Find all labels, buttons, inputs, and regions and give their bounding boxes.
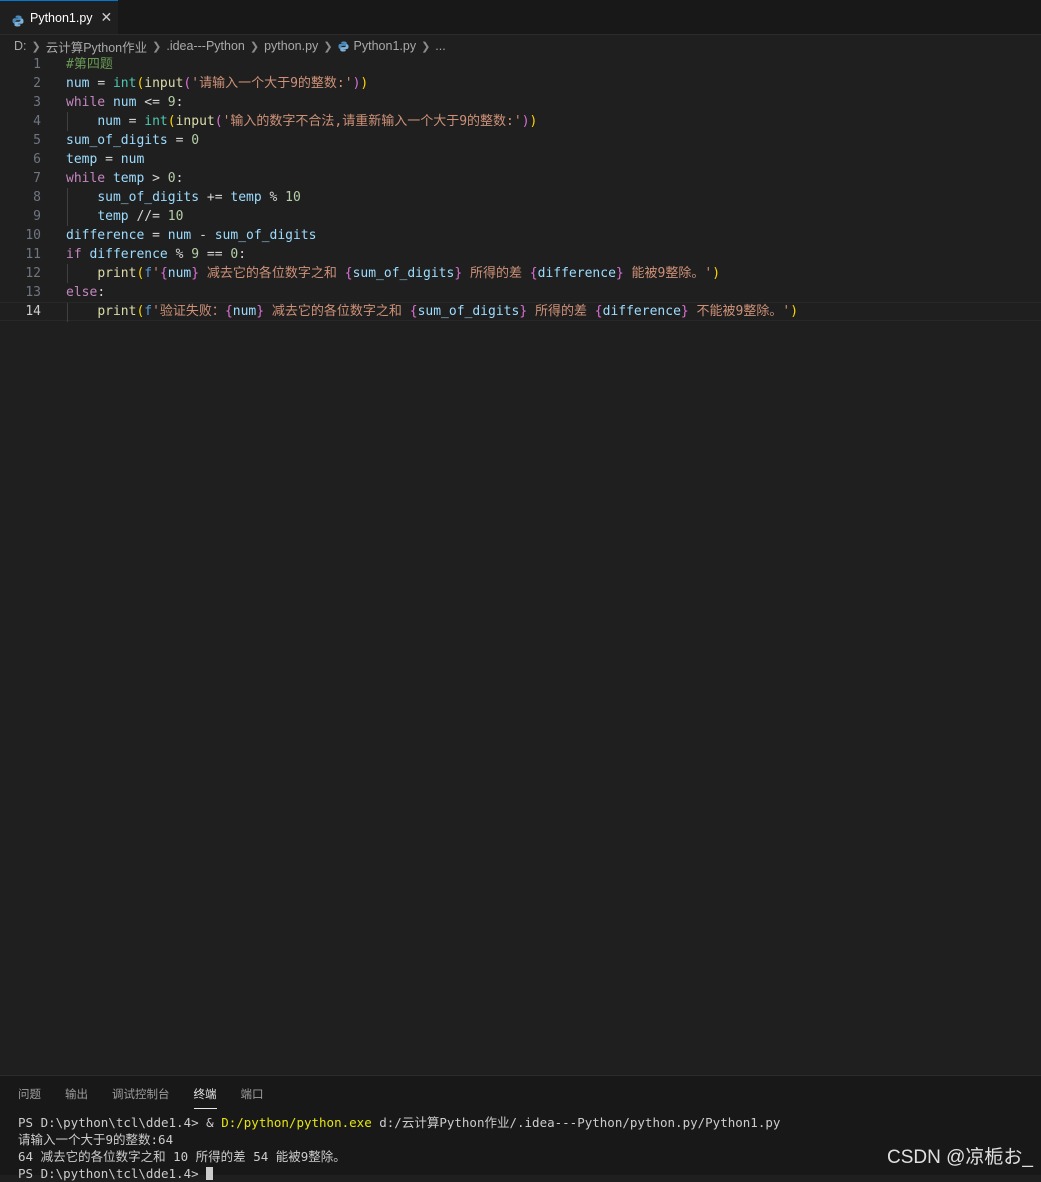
- code-text: sum_of_digits = 0: [66, 133, 200, 148]
- line-number: 7: [33, 171, 41, 186]
- code-line[interactable]: 14 print(f'验证失败：{num} 减去它的各位数字之和 {sum_of…: [0, 302, 1041, 322]
- terminal-script-arg: d:/云计算Python作业/.idea---Python/python.py/…: [371, 1115, 781, 1130]
- line-number: 1: [33, 57, 41, 72]
- line-number: 5: [33, 133, 41, 148]
- code-line[interactable]: 10 difference = num - sum_of_digits: [0, 226, 1041, 245]
- terminal-result-line: 64 减去它的各位数字之和 10 所得的差 54 能被9整除。: [18, 1149, 346, 1164]
- line-number: 3: [33, 95, 41, 110]
- line-number: 10: [25, 228, 41, 243]
- code-line[interactable]: 12 print(f'{num} 减去它的各位数字之和 {sum_of_digi…: [0, 264, 1041, 283]
- chevron-right-icon: ❯: [249, 40, 260, 53]
- chevron-right-icon: ❯: [31, 40, 41, 53]
- python-file-icon: [12, 12, 24, 26]
- terminal-input-line: 请输入一个大于9的整数:64: [18, 1132, 174, 1147]
- tab-python1[interactable]: Python1.py ✕: [0, 0, 118, 34]
- breadcrumb: D: ❯ 云计算Python作业 ❯ .idea---Python ❯ pyth…: [14, 37, 446, 55]
- breadcrumb-subfolder[interactable]: python.py: [264, 39, 318, 53]
- code-text: num = int(input('输入的数字不合法,请重新输入一个大于9的整数:…: [97, 114, 538, 129]
- code-text: while num <= 9:: [66, 95, 184, 110]
- code-line[interactable]: 5 sum_of_digits = 0: [0, 131, 1041, 150]
- terminal-output[interactable]: PS D:\python\tcl\dde1.4> & D:/python/pyt…: [18, 1114, 780, 1182]
- tab-terminal[interactable]: 终端: [193, 1087, 217, 1109]
- tab-debug-console[interactable]: 调试控制台: [112, 1087, 170, 1109]
- tab-ports[interactable]: 端口: [241, 1087, 264, 1109]
- tab-output[interactable]: 输出: [65, 1087, 88, 1109]
- code-editor[interactable]: 1 #第四题 2 num = int(input('请输入一个大于9的整数:')) 3 w…: [0, 55, 1041, 1075]
- code-text: else:: [66, 285, 106, 300]
- breadcrumb-symbol[interactable]: ...: [435, 39, 445, 53]
- code-text: difference = num - sum_of_digits: [66, 228, 317, 243]
- panel-tabs: 问题 输出 调试控制台 终端 端口: [18, 1087, 288, 1109]
- code-text: print(f'验证失败：{num} 减去它的各位数字之和 {sum_of_di…: [97, 304, 799, 319]
- line-number: 11: [25, 247, 41, 262]
- line-number: 14: [25, 304, 41, 319]
- python-file-icon: [337, 40, 349, 52]
- line-number: 9: [33, 209, 41, 224]
- code-line[interactable]: 7 while temp > 0:: [0, 169, 1041, 188]
- code-line[interactable]: 4 num = int(input('输入的数字不合法,请重新输入一个大于9的整…: [0, 112, 1041, 131]
- chevron-right-icon: ❯: [323, 40, 333, 53]
- tab-problems[interactable]: 问题: [18, 1087, 41, 1109]
- breadcrumb-folder[interactable]: 云计算Python作业: [46, 37, 147, 56]
- chevron-right-icon: ❯: [152, 40, 162, 53]
- code-text: #第四题: [66, 57, 113, 72]
- code-text: sum_of_digits += temp % 10: [97, 190, 301, 205]
- code-line[interactable]: 8 sum_of_digits += temp % 10: [0, 188, 1041, 207]
- code-line[interactable]: 11 if difference % 9 == 0:: [0, 245, 1041, 264]
- line-number: 13: [25, 285, 41, 300]
- tab-title: Python1.py: [30, 10, 93, 25]
- code-text: temp = num: [66, 152, 145, 167]
- code-text: while temp > 0:: [66, 171, 184, 186]
- editor-tab-bar: Python1.py ✕: [0, 0, 1041, 35]
- code-line[interactable]: 9 temp //= 10: [0, 207, 1041, 226]
- code-text: print(f'{num} 减去它的各位数字之和 {sum_of_digits}…: [97, 266, 721, 281]
- code-text: temp //= 10: [97, 209, 184, 224]
- code-line[interactable]: 1 #第四题: [0, 55, 1041, 74]
- line-number: 8: [33, 190, 41, 205]
- close-icon[interactable]: ✕: [101, 10, 113, 26]
- breadcrumb-file[interactable]: Python1.py: [354, 39, 417, 53]
- code-text: if difference % 9 == 0:: [66, 247, 247, 262]
- line-number: 4: [33, 114, 41, 129]
- line-number: 6: [33, 152, 41, 167]
- code-line[interactable]: 6 temp = num: [0, 150, 1041, 169]
- code-line[interactable]: 3 while num <= 9:: [0, 93, 1041, 112]
- chevron-right-icon: ❯: [421, 40, 431, 53]
- breadcrumb-drive[interactable]: D:: [14, 39, 27, 53]
- line-number: 2: [33, 76, 41, 91]
- code-text: num = int(input('请输入一个大于9的整数:')): [66, 76, 369, 91]
- line-number: 12: [25, 266, 41, 281]
- breadcrumb-idea-folder[interactable]: .idea---Python: [166, 39, 245, 53]
- terminal-exe-path: D:/python/python.exe: [221, 1115, 372, 1130]
- code-line[interactable]: 2 num = int(input('请输入一个大于9的整数:')): [0, 74, 1041, 93]
- terminal-prompt: PS D:\python\tcl\dde1.4> &: [18, 1115, 222, 1130]
- watermark: CSDN @凉栀お_: [885, 1142, 1035, 1169]
- code-line[interactable]: 13 else:: [0, 283, 1041, 302]
